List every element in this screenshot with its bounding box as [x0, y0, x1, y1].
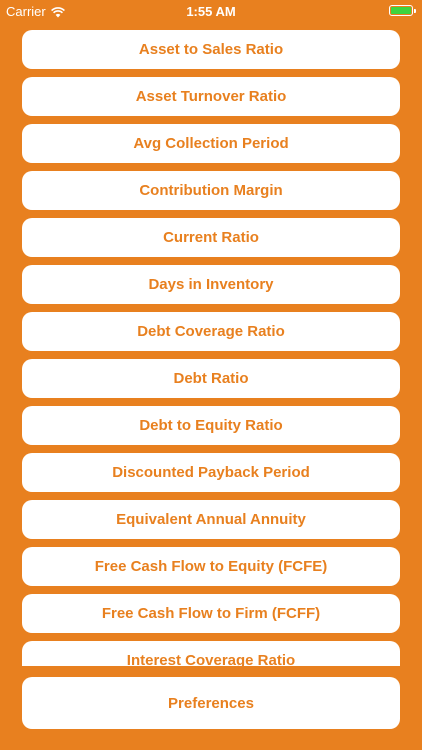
calculator-button[interactable]: Asset Turnover Ratio: [22, 77, 400, 116]
calculator-button[interactable]: Asset to Sales Ratio: [22, 30, 400, 69]
battery-cap: [414, 8, 416, 13]
battery-icon: [389, 5, 413, 16]
calculator-button[interactable]: Free Cash Flow to Firm (FCFF): [22, 594, 400, 633]
calculator-button[interactable]: Equivalent Annual Annuity: [22, 500, 400, 539]
calculator-button[interactable]: Current Ratio: [22, 218, 400, 257]
calculator-button[interactable]: Debt Ratio: [22, 359, 400, 398]
calculator-button[interactable]: Interest Coverage Ratio: [22, 641, 400, 666]
status-time: 1:55 AM: [186, 4, 236, 19]
preferences-button[interactable]: Preferences: [22, 677, 400, 729]
calculator-button[interactable]: Free Cash Flow to Equity (FCFE): [22, 547, 400, 586]
calculator-list[interactable]: Asset to Sales Ratio Asset Turnover Ratio…: [0, 30, 422, 666]
calculator-button[interactable]: Contribution Margin: [22, 171, 400, 210]
calculator-button[interactable]: Debt to Equity Ratio: [22, 406, 400, 445]
calculator-button[interactable]: Days in Inventory: [22, 265, 400, 304]
calculator-button[interactable]: Debt Coverage Ratio: [22, 312, 400, 351]
battery-level: [391, 7, 411, 14]
calculator-button[interactable]: Avg Collection Period: [22, 124, 400, 163]
status-bar: Carrier 1:55 AM: [0, 0, 422, 22]
calculator-button[interactable]: Discounted Payback Period: [22, 453, 400, 492]
battery-indicator: [389, 5, 416, 16]
calculator-list-content: Asset to Sales Ratio Asset Turnover Ratio…: [22, 30, 400, 666]
